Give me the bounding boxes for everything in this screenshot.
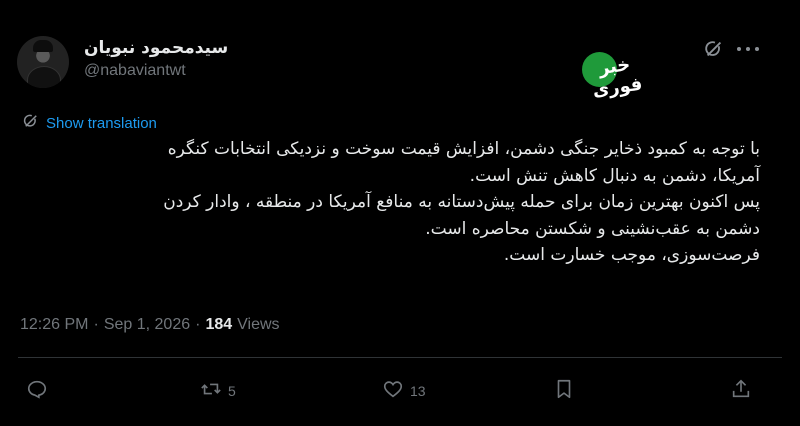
reply-icon xyxy=(26,378,48,403)
tweet-body-line: دشمن به عقب‌نشینی و شکستن محاصره است. xyxy=(425,218,760,239)
translate-icon xyxy=(22,112,40,134)
tweet-body-line: فرصت‌سوزی، موجب خسارت است. xyxy=(503,245,760,265)
meta-separator: · xyxy=(195,316,201,333)
show-translation-link[interactable]: Show translation xyxy=(22,112,157,134)
views-count: 184 xyxy=(205,316,233,333)
action-bar: 5 13 xyxy=(0,370,800,414)
like-button[interactable]: 13 xyxy=(382,378,426,403)
avatar[interactable] xyxy=(17,36,69,88)
tweet-time[interactable]: 12:26 PM xyxy=(20,316,88,334)
author-display-name[interactable]: سیدمحمود نبویان xyxy=(84,38,228,58)
share-icon xyxy=(730,378,752,403)
author-handle[interactable]: @nabaviantwt xyxy=(84,62,186,80)
tweet-date[interactable]: Sep 1, 2026 xyxy=(104,316,190,334)
retweet-count: 5 xyxy=(228,382,236,399)
like-icon xyxy=(382,378,404,403)
bookmark-icon xyxy=(553,378,575,403)
tweet-body-line: پس اکنون بهترین زمان برای حمله پیش‌دستان… xyxy=(163,192,760,212)
retweet-icon xyxy=(200,378,222,403)
grok-icon[interactable] xyxy=(703,38,725,60)
reply-button[interactable] xyxy=(26,378,48,403)
tweet: سیدمحمود نبویان @nabaviantwt خبر فوری Sh… xyxy=(0,0,800,426)
tweet-meta: 12:26 PM · Sep 1, 2026 · 184 Views xyxy=(20,316,280,334)
like-count: 13 xyxy=(410,382,426,399)
more-icon[interactable] xyxy=(737,38,759,60)
meta-separator: · xyxy=(93,316,99,333)
share-button[interactable] xyxy=(730,378,752,403)
tweet-body-line: آمریکا، دشمن به دنبال کاهش تنش است. xyxy=(469,165,760,186)
watermark-text: خبر فوری xyxy=(591,54,644,102)
tweet-body-line: با توجه به کمبود ذخایر جنگی دشمن، افزایش… xyxy=(167,139,760,159)
tweet-body: با توجه به کمبود ذخایر جنگی دشمن، افزایش… xyxy=(20,136,760,269)
show-translation-label: Show translation xyxy=(46,114,157,132)
watermark-logo: خبر فوری xyxy=(582,52,644,101)
bookmark-button[interactable] xyxy=(553,378,575,403)
divider xyxy=(18,357,782,358)
views-label: Views xyxy=(237,316,280,333)
retweet-button[interactable]: 5 xyxy=(200,378,236,403)
